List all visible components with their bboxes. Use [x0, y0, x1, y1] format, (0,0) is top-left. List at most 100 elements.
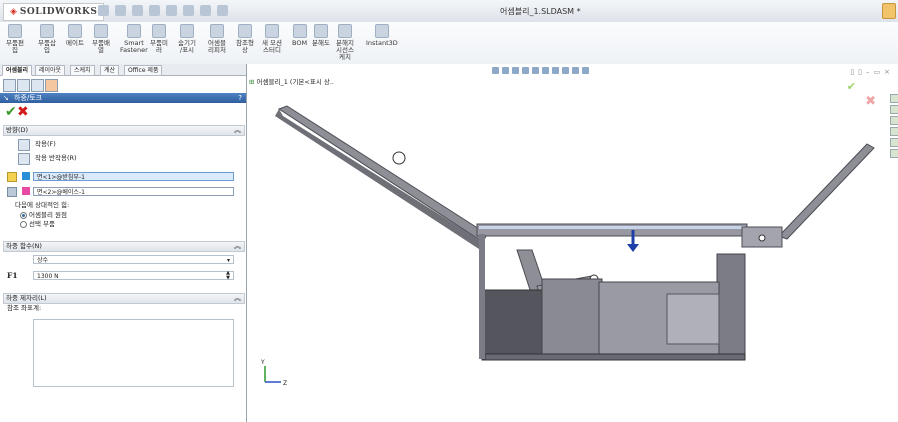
ribbon-button-6[interactable]: 숨기기 /표시 — [178, 24, 196, 54]
collapse-icon[interactable]: ︽ — [234, 242, 241, 251]
solidworks-logo[interactable]: ◈ SOLIDWORKS — [3, 3, 105, 21]
direction-section[interactable]: 방향(D) ︽ — [3, 125, 245, 136]
new-icon[interactable] — [98, 5, 109, 16]
function-select-value: 상수 — [37, 257, 49, 264]
ribbon-button-label: 분해지 시선스 케치 — [336, 39, 354, 61]
save-icon[interactable] — [132, 5, 143, 16]
force-value-input[interactable]: 1300 N ▲ ▼ — [33, 271, 234, 281]
edit-appearance-icon[interactable] — [562, 67, 569, 74]
feature-tree-icon[interactable] — [3, 79, 16, 92]
custom-properties-icon[interactable] — [890, 149, 898, 158]
ribbon-button-1[interactable]: 부품삽 입 — [38, 24, 56, 54]
ribbon-button-9[interactable]: 새 모션 스터디 — [262, 24, 282, 54]
viewport-window-controls[interactable]: ▯▯–▭× — [850, 68, 894, 76]
ribbon-button-10[interactable]: BOM — [292, 24, 307, 47]
ribbon-button-8[interactable]: 참조형 상 — [236, 24, 254, 54]
view-orientation-icon[interactable] — [532, 67, 539, 74]
option-force[interactable]: 작용(F) — [35, 140, 56, 149]
rebuild-icon[interactable] — [200, 5, 211, 16]
collapse-icon[interactable]: ︽ — [234, 294, 241, 303]
command-manager: 부품편 집 부품삽 입 메이트 부품배 열 Smart Fastener 부품미 러 숨기기… — [0, 22, 898, 65]
zoom-area-icon[interactable] — [502, 67, 509, 74]
scene-icon[interactable] — [572, 67, 579, 74]
direction-selection-icon[interactable] — [7, 187, 17, 197]
help-icon[interactable] — [882, 3, 896, 19]
chevron-down-icon: ▾ — [226, 257, 230, 264]
graphics-area[interactable]: ⊞ 어셈블리_1 (기본<표시 상.. ▯▯–▭× ✔ ✖ Y Z — [247, 64, 898, 422]
ribbon-button-7[interactable]: 어셈블 리피처 — [208, 24, 226, 54]
tab-0[interactable]: 어셈블리 — [2, 65, 33, 76]
ribbon-icon — [93, 24, 108, 38]
location-section[interactable]: 하중 제자리(L) ︽ — [3, 293, 245, 304]
radio-off-icon — [20, 220, 27, 228]
undo-icon[interactable] — [166, 5, 177, 16]
pm-header: ↘ 하중/토크 ? — [0, 93, 246, 103]
previous-view-icon[interactable] — [512, 67, 519, 74]
ribbon-button-label: 부품삽 입 — [38, 39, 56, 54]
tab-3[interactable]: 계산 — [100, 65, 120, 76]
face2-field[interactable]: 면<2>@베이스-1 — [33, 187, 234, 196]
collapse-icon[interactable]: ︽ — [234, 126, 241, 135]
left-arm-flange — [275, 109, 483, 249]
function-section[interactable]: 하중 함수(N) ︽ — [3, 241, 245, 252]
open-icon[interactable] — [115, 5, 126, 16]
reference-cs-listbox[interactable] — [33, 319, 234, 387]
face1-field[interactable]: 면<1>@받침부-1 — [33, 172, 234, 181]
view-settings-icon[interactable] — [582, 67, 589, 74]
resources-icon[interactable] — [890, 94, 898, 103]
ribbon-button-5[interactable]: 부품미 러 — [150, 24, 168, 54]
flyout-feature-tree[interactable]: ⊞ 어셈블리_1 (기본<표시 상.. — [249, 76, 334, 86]
left-arm-hole — [392, 151, 406, 165]
display-style-icon[interactable] — [542, 67, 549, 74]
tab-1[interactable]: 레이아웃 — [35, 65, 66, 76]
tab-2[interactable]: 스케치 — [70, 65, 95, 76]
ribbon-button-13[interactable]: Instant3D — [366, 24, 398, 47]
action-only-icon[interactable] — [18, 139, 30, 151]
ribbon-icon — [67, 24, 82, 38]
ok-button[interactable]: ✔ — [5, 104, 17, 120]
config-manager-icon[interactable] — [31, 79, 44, 92]
hide-show-icon[interactable] — [552, 67, 559, 74]
pivot-hole — [589, 274, 599, 284]
ribbon-icon — [265, 24, 279, 38]
document-title: 어셈블리_1.SLDASM * — [500, 7, 581, 16]
section-view-icon[interactable] — [522, 67, 529, 74]
ribbon-button-3[interactable]: 부품배 열 — [92, 24, 110, 54]
force-symbol: F1 — [7, 271, 18, 280]
ribbon-button-label: Smart Fastener — [120, 39, 148, 54]
print-icon[interactable] — [149, 5, 160, 16]
ribbon-button-0[interactable]: 부품편 집 — [6, 24, 24, 54]
select-icon[interactable] — [183, 5, 194, 16]
model-canvas: Y Z — [260, 105, 875, 387]
confirm-corner-cancel[interactable]: ✖ — [865, 94, 876, 109]
function-select[interactable]: 상수 ▾ — [33, 255, 234, 264]
ribbon-button-11[interactable]: 분해도 — [312, 24, 330, 47]
spin-arrows-icon[interactable]: ▲ ▼ — [226, 271, 230, 281]
option-reaction[interactable]: 작용 반작용(R) — [35, 154, 77, 163]
right-arm — [778, 143, 875, 240]
confirm-corner-ok[interactable]: ✔ — [847, 80, 856, 93]
view-palette-icon[interactable] — [890, 127, 898, 136]
action-reaction-icon[interactable] — [18, 153, 30, 165]
property-manager-icon[interactable] — [17, 79, 30, 92]
tab-4[interactable]: Office 제품 — [124, 65, 163, 76]
ribbon-button-2[interactable]: 메이트 — [66, 24, 84, 47]
pm-help-button[interactable]: ? — [238, 93, 242, 103]
radio-assembly-origin[interactable]: 어셈블리 원점 — [20, 211, 67, 220]
property-manager: 어셈블리 레이아웃 스케치 계산 Office 제품 ↘ 하중/토크 ? ✔ ✖ 방향(… — [0, 64, 247, 422]
appearances-icon[interactable] — [890, 138, 898, 147]
options-icon[interactable] — [217, 5, 228, 16]
cancel-button[interactable]: ✖ — [17, 104, 29, 120]
task-pane-tabs[interactable] — [890, 94, 898, 160]
ribbon-button-4[interactable]: Smart Fastener — [120, 24, 148, 54]
design-library-icon[interactable] — [890, 105, 898, 114]
zoom-fit-icon[interactable] — [492, 67, 499, 74]
file-explorer-icon[interactable] — [890, 116, 898, 125]
radio-selected-label: 선택 부품 — [29, 220, 55, 228]
reference-cs-label: 참조 좌표계: — [7, 304, 42, 312]
top-plate-highlight — [479, 226, 745, 229]
radio-selected-component[interactable]: 선택 부품 — [20, 220, 55, 229]
display-manager-icon[interactable] — [45, 79, 58, 92]
left-support — [479, 234, 485, 359]
ribbon-button-12[interactable]: 분해지 시선스 케치 — [336, 24, 354, 61]
